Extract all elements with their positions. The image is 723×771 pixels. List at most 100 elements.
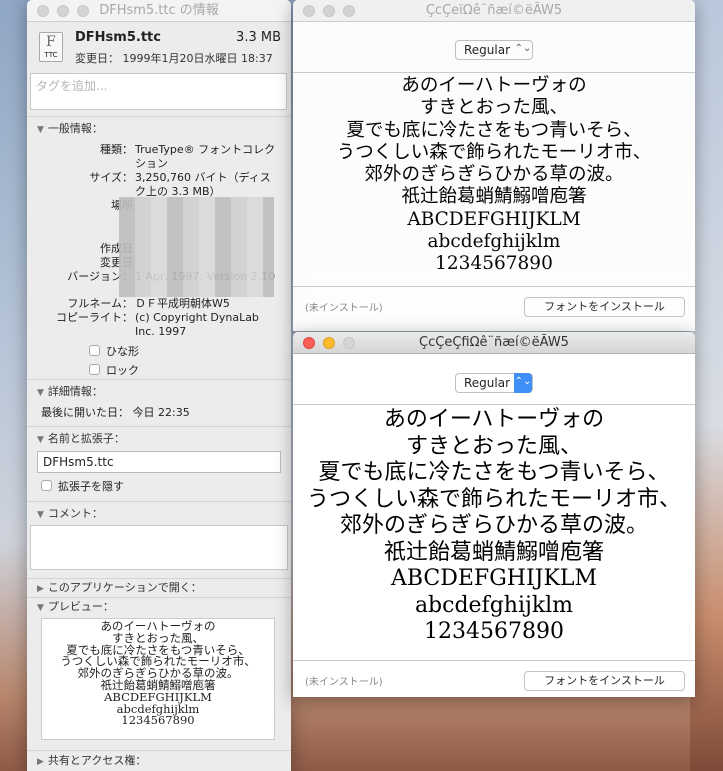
disclosure-open-icon: ▼ — [37, 435, 44, 445]
font-window-titlebar[interactable]: ÇcÇeÇfiΩê¨ñæí©ëÃW5 — [293, 332, 695, 354]
comments-header[interactable]: ▼ コメント： — [30, 506, 288, 522]
font-sample: あのイーハトーヴォの すきとおった風、 夏でも底に冷たさをもつ青いそら、 うつくしい森… — [293, 404, 695, 660]
sample-line: 祇辻飴葛蛸鯖鰯噌庖箸 — [401, 186, 587, 208]
sample-line: 郊外のぎらぎらひかる草の波。 — [339, 513, 648, 538]
info-row: 種類： TrueType® フォントコレクション — [37, 143, 281, 171]
sample-line: 1234567890 — [424, 619, 564, 644]
section-title: 一般情報： — [47, 122, 103, 135]
zoom-button[interactable] — [343, 337, 355, 349]
font-book-window-active: ÇcÇeÇfiΩê¨ñæí©ëÃW5 Regular ⌃⌄ あのイーハトーヴォのす… — [293, 332, 695, 697]
stationery-checkbox[interactable]: ひな形 — [89, 343, 281, 358]
font-sample: あのイーハトーヴォの すきとおった風、 夏でも底に冷たさをもつ青いそら、 うつくしい森… — [293, 72, 695, 286]
ttc-file-icon: TTC — [39, 32, 63, 62]
close-button[interactable] — [37, 5, 49, 17]
style-value: Regular — [464, 376, 511, 390]
redacted-location — [119, 197, 274, 297]
minimize-button[interactable] — [323, 5, 335, 17]
sample-line: うつくしい森で飾られたモーリオ市、 — [306, 486, 681, 512]
modified-date: 1999年1月20日水曜日 18:37 — [122, 52, 273, 65]
zoom-button[interactable] — [77, 5, 89, 17]
minimize-button[interactable] — [323, 337, 335, 349]
updown-chevron-icon: ⌃⌄ — [514, 43, 532, 54]
updown-chevron-icon: ⌃⌄ — [514, 373, 532, 393]
last-opened-value: 今日 22:35 — [132, 406, 190, 419]
more-info-header[interactable]: ▼ 詳細情報： — [37, 384, 281, 400]
checkbox-label: ひな形 — [106, 344, 139, 358]
font-window-titlebar[interactable]: ÇcÇeïΩê¨ñæí©ëÃW5 — [293, 0, 695, 22]
general-header[interactable]: ▼ 一般情報： — [37, 121, 281, 137]
sample-line: 1234567890 — [435, 253, 553, 275]
info-value: (c) Copyright DynaLab Inc. 1997 — [135, 311, 259, 338]
filename-input[interactable]: DFHsm5.ttc — [37, 451, 281, 473]
section-title: 名前と拡張子： — [47, 432, 125, 445]
info-value: 3,250,760 バイト（ディスク上の 3.3 MB） — [135, 171, 271, 198]
file-size: 3.3 MB — [236, 30, 281, 45]
section-title: このアプリケーションで開く： — [47, 581, 202, 594]
sample-line: abcdefghijklm — [427, 231, 561, 253]
sample-line: うつくしい森で飾られたモーリオ市、 — [336, 141, 652, 163]
close-button[interactable] — [303, 5, 315, 17]
font-book-window-inactive: ÇcÇeïΩê¨ñæí©ëÃW5 Regular ⌃⌄ あのイーハトーヴォの すきと… — [293, 0, 695, 331]
font-preview: あのイーハトーヴォの すきとおった風、 夏でも底に冷たさをもつ青いそら、 うつくしい森… — [41, 618, 275, 740]
sample-line: 祇辻飴葛蛸鯖鰯噌庖箸 — [383, 539, 604, 565]
sharing-section[interactable]: ▶ 共有とアクセス権： — [27, 750, 291, 771]
info-row: フルネーム： ＤＦ平成明朝体W5 — [37, 297, 281, 311]
info-titlebar[interactable]: DFHsm5.ttc の情報 — [27, 0, 291, 22]
preview-header[interactable]: ▼ プレビュー： — [37, 599, 281, 615]
install-status: (未インストール) — [305, 303, 383, 314]
sample-line: ABCDEFGHIJKLM — [407, 208, 581, 230]
sample-line: ABCDEFGHIJKLM — [390, 566, 598, 591]
window-title: ÇcÇeïΩê¨ñæí©ëÃW5 — [425, 3, 563, 18]
install-font-button[interactable]: フォントをインストール — [524, 296, 685, 317]
sample-line: 夏でも底に冷たさをもつ青いそら、 — [318, 460, 670, 485]
zoom-button[interactable] — [343, 5, 355, 17]
sample-line: 夏でも底に冷たさをもつ青いそら、 — [346, 119, 642, 141]
more-info-section: ▼ 詳細情報： 最後に開いた日： 今日 22:35 — [27, 379, 291, 426]
info-row: サイズ： 3,250,760 バイト（ディスク上の 3.3 MB） — [37, 171, 281, 199]
disclosure-open-icon: ▼ — [37, 125, 44, 135]
hide-extension-checkbox[interactable]: 拡張子を隠す — [41, 478, 281, 493]
file-name: DFHsm5.ttc — [75, 30, 161, 45]
checkbox-label: 拡張子を隠す — [58, 479, 124, 493]
info-key: サイズ： — [89, 171, 133, 184]
sample-line: すきとおった風、 — [419, 97, 568, 119]
sample-line: あのイーハトーヴォの — [401, 75, 587, 96]
window-title: ÇcÇeÇfiΩê¨ñæí©ëÃW5 — [419, 335, 569, 350]
disclosure-closed-icon: ▶ — [37, 584, 44, 594]
style-value: Regular — [464, 43, 511, 57]
sample-line: 1234567890 — [121, 713, 195, 728]
disclosure-open-icon: ▼ — [37, 510, 44, 520]
section-title: プレビュー： — [47, 600, 114, 613]
info-window: DFHsm5.ttc の情報 TTC DFHsm5.ttc 3.3 MB 変更日：… — [27, 0, 291, 771]
section-title: コメント： — [47, 507, 103, 520]
name-extension-section: ▼ 名前と拡張子： DFHsm5.ttc 拡張子を隠す — [27, 426, 291, 501]
sample-line: すきとおった風、 — [405, 433, 582, 459]
preview-section: ▼ プレビュー： あのイーハトーヴォの すきとおった風、 夏でも底に冷たさをもつ青いそ… — [27, 597, 291, 750]
info-value: ＤＦ平成明朝体W5 — [135, 297, 230, 310]
info-key: 種類： — [100, 143, 133, 156]
last-opened-label: 最後に開いた日： — [41, 406, 129, 419]
comments-textarea[interactable] — [30, 525, 288, 570]
install-status: (未インストール) — [305, 677, 383, 688]
install-font-button[interactable]: フォントをインストール — [524, 670, 685, 691]
info-value: TrueType® フォントコレクション — [135, 143, 276, 170]
open-with-section[interactable]: ▶ このアプリケーションで開く： — [27, 578, 291, 597]
minimize-button[interactable] — [57, 5, 69, 17]
info-key: コピーライト： — [56, 311, 133, 324]
sample-line: 郊外のぎらぎらひかる草の波。 — [364, 164, 624, 186]
comments-section: ▼ コメント： — [27, 501, 291, 578]
section-title: 詳細情報： — [47, 385, 103, 398]
section-title: 共有とアクセス権： — [47, 754, 147, 767]
style-popup[interactable]: Regular ⌃⌄ — [455, 40, 533, 60]
sample-line: abcdefghijklm — [414, 592, 574, 618]
style-popup[interactable]: Regular ⌃⌄ — [455, 373, 533, 393]
disclosure-closed-icon: ▶ — [37, 757, 44, 767]
info-key: フルネーム： — [67, 297, 133, 310]
modified-label: 変更日： — [75, 52, 119, 65]
locked-checkbox[interactable]: ロック — [89, 362, 281, 377]
tags-input[interactable]: タグを追加... — [30, 73, 287, 110]
general-section: ▼ 一般情報： 種類： TrueType® フォントコレクション サイズ： 3,250,… — [27, 116, 291, 379]
close-button[interactable] — [303, 337, 315, 349]
info-row: コピーライト： (c) Copyright DynaLab Inc. 1997 — [37, 311, 281, 339]
name-extension-header[interactable]: ▼ 名前と拡張子： — [37, 431, 281, 447]
